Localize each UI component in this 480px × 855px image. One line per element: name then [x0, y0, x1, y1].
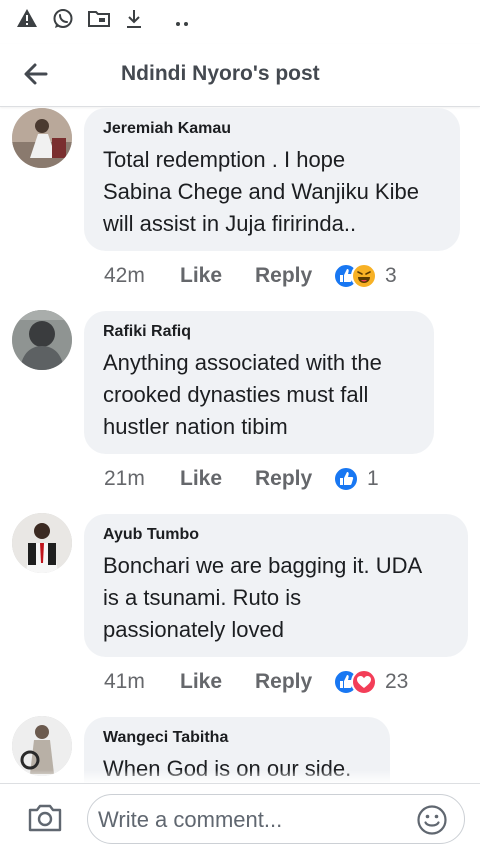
more-dots-icon: [175, 14, 191, 32]
love-reaction-icon: [351, 669, 377, 695]
avatar[interactable]: [12, 716, 72, 776]
comment-actions: 21m Like Reply 1: [104, 464, 379, 494]
comment-author[interactable]: Wangeci Tabitha: [103, 729, 372, 747]
arrow-left-icon[interactable]: [20, 58, 52, 90]
comment-actions: 41m Like Reply 23: [104, 667, 408, 697]
reaction-count: 23: [385, 670, 409, 693]
reaction-count: 1: [367, 467, 379, 490]
like-button[interactable]: Like: [180, 670, 255, 694]
status-bar: [0, 0, 480, 40]
avatar[interactable]: [12, 310, 72, 370]
whatsapp-icon: [52, 8, 74, 35]
scroll-fade: [0, 770, 480, 784]
smiley-icon[interactable]: [416, 804, 448, 836]
avatar[interactable]: [12, 513, 72, 573]
comment-author[interactable]: Rafiki Rafiq: [103, 323, 416, 341]
comments-list[interactable]: Jeremiah Kamau Total redemption . I hope…: [0, 107, 480, 783]
comment-author[interactable]: Jeremiah Kamau: [103, 120, 442, 138]
reply-button[interactable]: Reply: [255, 670, 333, 694]
page-title: Ndindi Nyoro's post: [121, 62, 320, 85]
reaction-count: 3: [385, 264, 397, 287]
like-button[interactable]: Like: [180, 467, 255, 491]
comment-bubble[interactable]: Jeremiah Kamau Total redemption . I hope…: [84, 108, 460, 251]
comment-bubble[interactable]: Ayub Tumbo Bonchari we are bagging it. U…: [84, 514, 468, 657]
comment-input[interactable]: Write a comment...: [87, 794, 465, 844]
post-header-bar: Ndindi Nyoro's post: [0, 44, 480, 107]
comment-text: Bonchari we are bagging it. UDA is a tsu…: [103, 553, 423, 642]
comment-timestamp[interactable]: 41m: [104, 670, 180, 694]
comment-author[interactable]: Ayub Tumbo: [103, 526, 450, 544]
comment-input-placeholder: Write a comment...: [98, 807, 283, 832]
reply-button[interactable]: Reply: [255, 264, 333, 288]
like-reaction-icon: [333, 466, 359, 492]
comment-timestamp[interactable]: 42m: [104, 264, 180, 288]
folder-icon: [87, 8, 111, 33]
comment-bubble[interactable]: Rafiki Rafiq Anything associated with th…: [84, 311, 434, 454]
camera-icon[interactable]: [27, 802, 63, 834]
avatar[interactable]: [12, 108, 72, 168]
comment-actions: 42m Like Reply 3: [104, 261, 397, 291]
alert-triangle-icon: [16, 8, 38, 33]
like-button[interactable]: Like: [180, 264, 255, 288]
reaction-summary[interactable]: 3: [333, 263, 397, 289]
comment-text: Total redemption . I hope Sabina Chege a…: [103, 147, 419, 236]
reaction-summary[interactable]: 23: [333, 669, 408, 695]
reaction-summary[interactable]: 1: [333, 466, 379, 492]
download-icon: [124, 8, 144, 35]
comment-text: Anything associated with the crooked dyn…: [103, 350, 382, 439]
comment-timestamp[interactable]: 21m: [104, 467, 180, 491]
haha-reaction-icon: [351, 263, 377, 289]
comment-composer: Write a comment...: [0, 783, 480, 855]
reply-button[interactable]: Reply: [255, 467, 333, 491]
